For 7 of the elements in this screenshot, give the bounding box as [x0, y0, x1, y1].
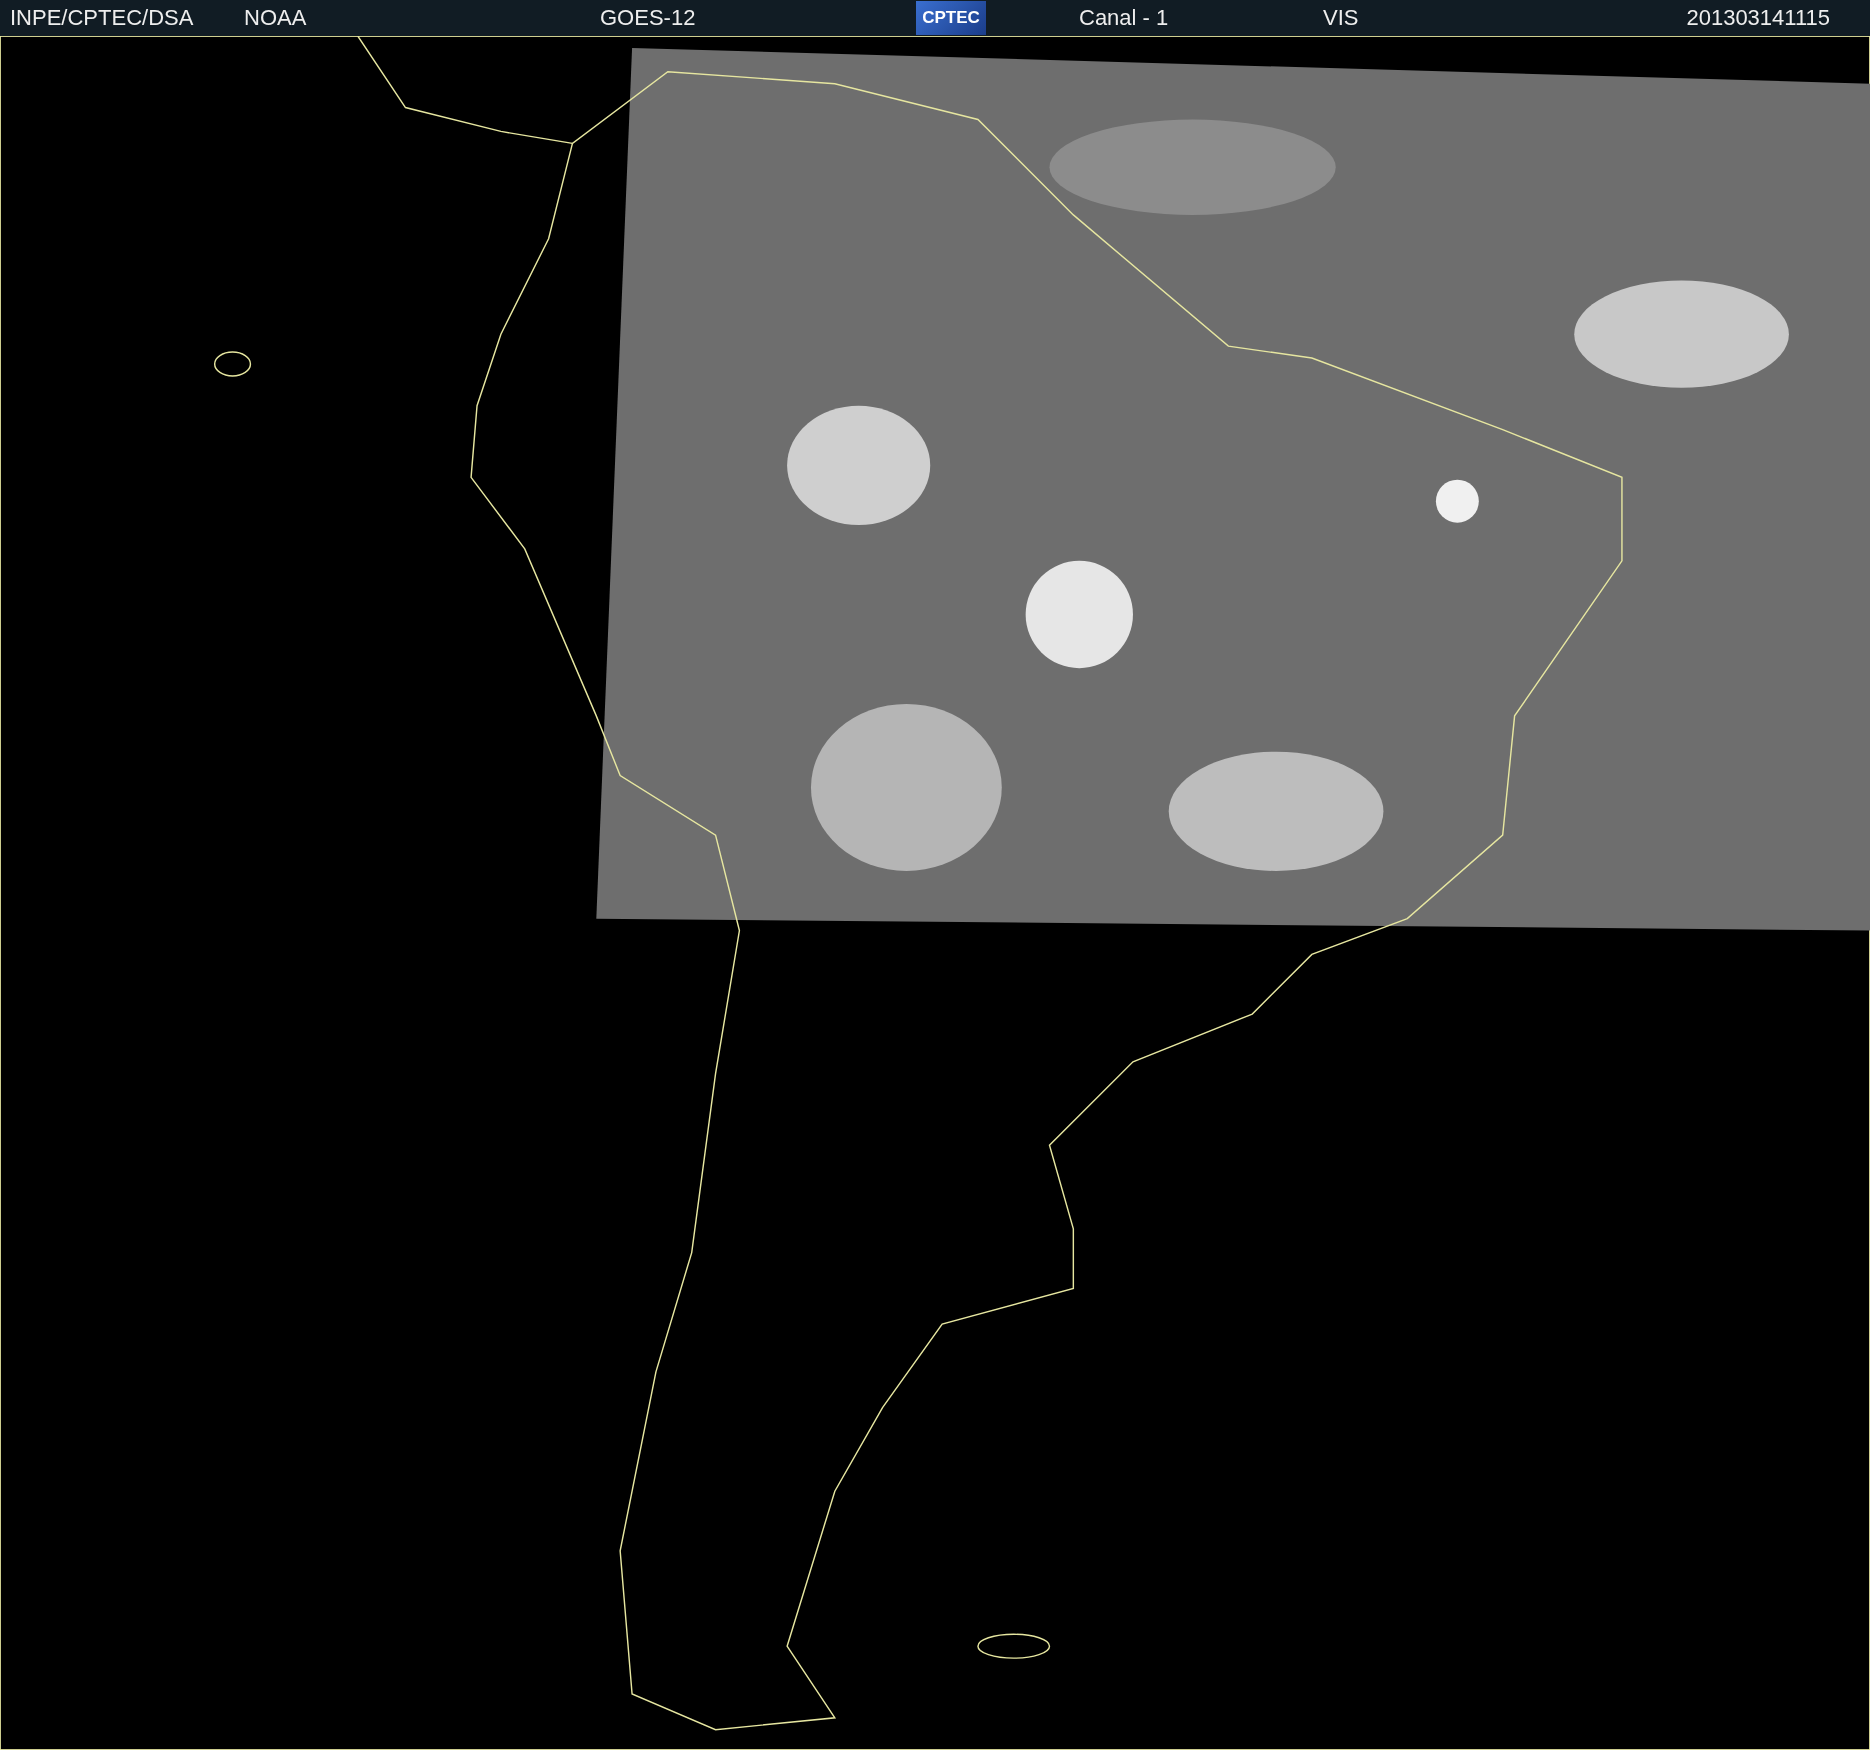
timestamp-label: 201303141115 — [1686, 5, 1830, 31]
source-label: INPE/CPTEC/DSA — [10, 5, 194, 31]
agency-label: NOAA — [244, 5, 307, 31]
satellite-label: GOES-12 — [600, 5, 696, 31]
logo: CPTEC — [916, 1, 986, 35]
channel-label: Canal - 1 — [1079, 5, 1169, 31]
band-label: VIS — [1323, 5, 1359, 31]
